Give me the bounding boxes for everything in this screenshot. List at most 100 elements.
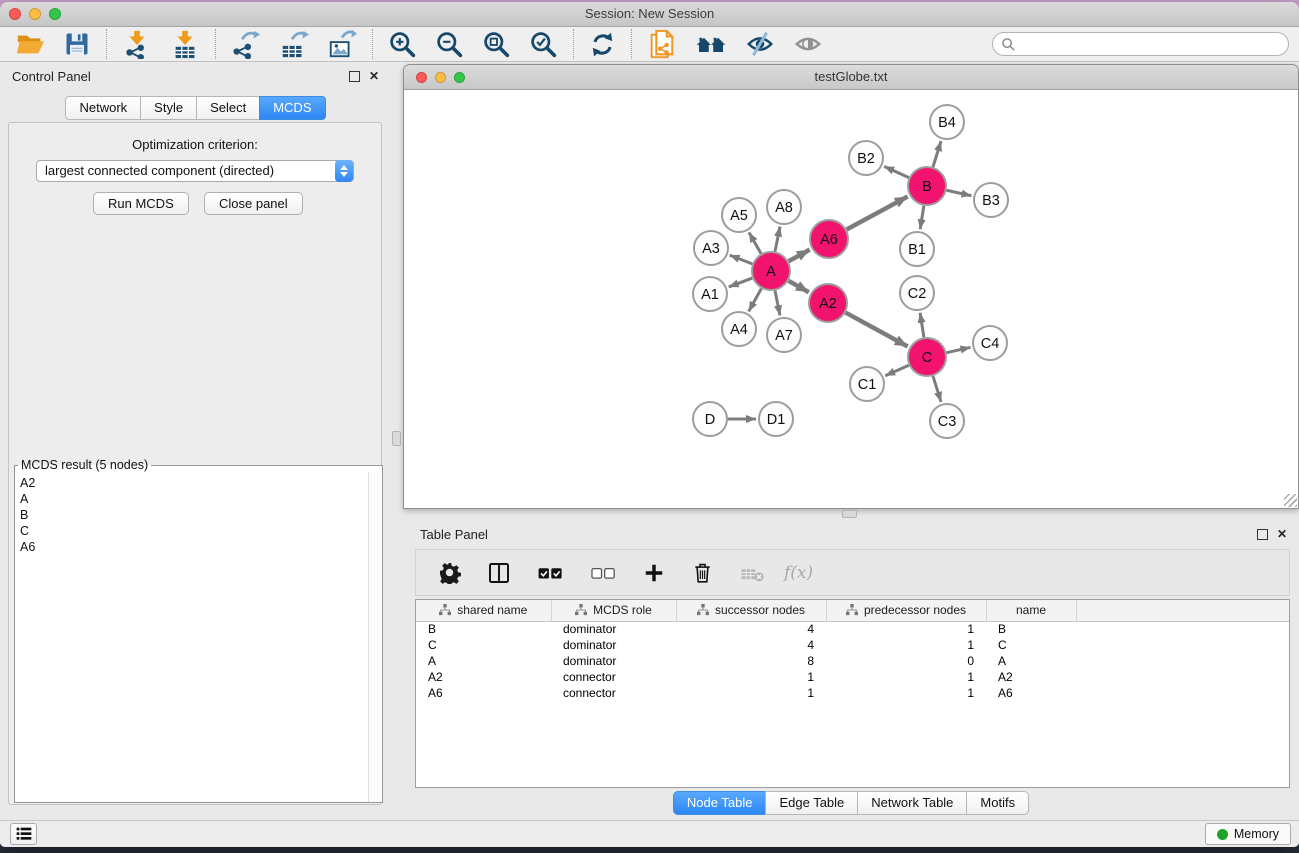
graph-edge-C-C1[interactable] xyxy=(885,365,909,376)
table-header[interactable]: shared nameMCDS rolesuccessor nodesprede… xyxy=(416,600,1289,621)
close-panel-button[interactable]: Close panel xyxy=(204,192,303,215)
network-graph[interactable]: B4B2BB3A8A5A6A3B1AC2A1A2A4A7C4CC1DD1C3 xyxy=(404,90,1298,509)
graph-node-A5[interactable]: A5 xyxy=(722,198,756,232)
graph-edge-B-B2[interactable] xyxy=(884,166,909,177)
graph-node-A6[interactable]: A6 xyxy=(810,220,848,258)
resize-grip[interactable] xyxy=(1284,494,1297,507)
network-minimize-button[interactable] xyxy=(435,72,446,83)
export-table-button[interactable] xyxy=(270,28,318,60)
graph-edge-A-A3[interactable] xyxy=(730,255,753,264)
zoom-out-button[interactable] xyxy=(426,28,473,60)
show-all-button[interactable] xyxy=(784,28,832,60)
table-row[interactable]: Bdominator41B xyxy=(416,621,1289,637)
float-panel-icon[interactable] xyxy=(347,69,361,83)
tab-motifs[interactable]: Motifs xyxy=(966,791,1029,815)
column-header-name[interactable]: name xyxy=(986,600,1076,621)
table-float-panel-icon[interactable] xyxy=(1255,527,1269,541)
zoom-selected-button[interactable] xyxy=(520,28,567,60)
export-network-button[interactable] xyxy=(222,28,270,60)
search-box[interactable] xyxy=(992,32,1289,56)
mcds-result-item[interactable]: A6 xyxy=(20,539,377,555)
result-scrollbar[interactable] xyxy=(368,472,382,802)
graph-edge-B-B4[interactable] xyxy=(933,141,941,167)
graph-edge-A-A1[interactable] xyxy=(729,278,753,287)
graph-node-B[interactable]: B xyxy=(908,167,946,205)
graph-edge-A6-B[interactable] xyxy=(847,196,908,229)
network-canvas[interactable]: B4B2BB3A8A5A6A3B1AC2A1A2A4A7C4CC1DD1C3 xyxy=(404,90,1298,508)
column-header-MCDS-role[interactable]: MCDS role xyxy=(551,600,676,621)
new-network-from-selection-button[interactable] xyxy=(638,28,686,60)
graph-node-D[interactable]: D xyxy=(693,402,727,436)
function-builder-button[interactable]: f(x) xyxy=(784,563,813,583)
zoom-window-button[interactable] xyxy=(49,8,61,20)
graph-node-A7[interactable]: A7 xyxy=(767,318,801,352)
select-all-button[interactable] xyxy=(529,562,572,584)
graph-node-B3[interactable]: B3 xyxy=(974,183,1008,217)
zoom-in-button[interactable] xyxy=(379,28,426,60)
delete-table-button[interactable] xyxy=(732,562,774,584)
tab-style[interactable]: Style xyxy=(140,96,197,120)
graph-node-A8[interactable]: A8 xyxy=(767,190,801,224)
graph-edge-C-C4[interactable] xyxy=(947,347,971,352)
import-network-button[interactable] xyxy=(113,28,161,60)
mcds-result-list[interactable]: A2ABCA6 xyxy=(15,474,382,556)
graph-edge-C-C3[interactable] xyxy=(933,376,941,402)
mcds-result-item[interactable]: A xyxy=(20,491,377,507)
graph-node-C3[interactable]: C3 xyxy=(930,404,964,438)
graph-edge-A2-C[interactable] xyxy=(846,313,908,347)
table-close-panel-icon[interactable] xyxy=(1275,527,1289,541)
column-header-predecessor-nodes[interactable]: predecessor nodes xyxy=(826,600,986,621)
graph-edge-A-A4[interactable] xyxy=(749,289,762,312)
criterion-select[interactable]: largest connected component (directed) xyxy=(36,160,354,182)
deselect-all-button[interactable] xyxy=(582,562,625,584)
table-row[interactable]: A2connector11A2 xyxy=(416,669,1289,685)
graph-edge-A-A7[interactable] xyxy=(775,291,780,316)
table-row[interactable]: A6connector11A6 xyxy=(416,685,1289,701)
delete-column-button[interactable] xyxy=(683,561,722,584)
home-button[interactable] xyxy=(686,28,736,60)
graph-edge-A-A2[interactable] xyxy=(788,281,808,292)
search-input[interactable] xyxy=(1020,37,1280,51)
graph-node-A1[interactable]: A1 xyxy=(693,277,727,311)
task-history-button[interactable] xyxy=(10,823,37,845)
graph-node-B4[interactable]: B4 xyxy=(930,105,964,139)
mcds-result-item[interactable]: C xyxy=(20,523,377,539)
graph-node-A[interactable]: A xyxy=(752,252,790,290)
tab-select[interactable]: Select xyxy=(196,96,260,120)
mcds-result-item[interactable]: A2 xyxy=(20,475,377,491)
node-table-grid[interactable]: shared nameMCDS rolesuccessor nodesprede… xyxy=(416,600,1289,701)
network-window-titlebar[interactable]: testGlobe.txt xyxy=(404,65,1298,90)
column-header-successor-nodes[interactable]: successor nodes xyxy=(676,600,826,621)
graph-node-C[interactable]: C xyxy=(908,338,946,376)
minimize-window-button[interactable] xyxy=(29,8,41,20)
graph-node-D1[interactable]: D1 xyxy=(759,402,793,436)
graph-edge-B-B1[interactable] xyxy=(920,206,924,229)
export-image-button[interactable] xyxy=(318,28,366,60)
table-row[interactable]: Cdominator41C xyxy=(416,637,1289,653)
close-panel-icon[interactable] xyxy=(367,69,381,83)
import-table-button[interactable] xyxy=(161,28,209,60)
save-session-button[interactable] xyxy=(54,28,100,60)
splitter-handle-bottom[interactable] xyxy=(842,510,857,518)
zoom-fit-button[interactable] xyxy=(473,28,520,60)
mcds-result-item[interactable]: B xyxy=(20,507,377,523)
graph-node-C4[interactable]: C4 xyxy=(973,326,1007,360)
graph-node-A3[interactable]: A3 xyxy=(694,231,728,265)
graph-node-C2[interactable]: C2 xyxy=(900,276,934,310)
close-window-button[interactable] xyxy=(9,8,21,20)
hide-selected-button[interactable] xyxy=(736,28,784,60)
graph-edge-C-C2[interactable] xyxy=(920,313,924,337)
memory-button[interactable]: Memory xyxy=(1205,823,1291,845)
graph-edge-B-B3[interactable] xyxy=(947,190,972,195)
graph-edge-A-A8[interactable] xyxy=(775,227,780,252)
splitter-handle-left[interactable] xyxy=(392,431,401,446)
open-file-button[interactable] xyxy=(6,28,54,60)
graph-node-A2[interactable]: A2 xyxy=(809,284,847,322)
network-zoom-button[interactable] xyxy=(454,72,465,83)
network-close-button[interactable] xyxy=(416,72,427,83)
tab-mcds[interactable]: MCDS xyxy=(259,96,325,120)
add-column-button[interactable] xyxy=(635,562,673,584)
run-mcds-button[interactable]: Run MCDS xyxy=(93,192,189,215)
graph-node-B2[interactable]: B2 xyxy=(849,141,883,175)
tab-network[interactable]: Network xyxy=(65,96,141,120)
